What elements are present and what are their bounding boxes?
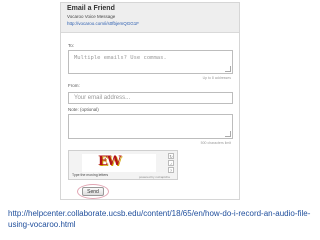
from-placeholder: Your email address... [74, 95, 131, 101]
help-center-url[interactable]: http://helpcenter.collaborate.ucsb.edu/c… [8, 208, 312, 230]
captcha-box: EW ↻ ♪ ? Type the moving letters powered… [68, 150, 178, 180]
captcha-controls: ↻ ♪ ? [168, 153, 175, 177]
refresh-icon[interactable]: ↻ [168, 153, 174, 159]
captcha-instruction: Type the moving letters [72, 173, 109, 177]
captcha-powered-by: powered by nuCaptcha [139, 175, 170, 179]
from-label: From: [68, 83, 80, 88]
dialog-header: Email a Friend Vocaroo Voice Message htt… [61, 3, 239, 33]
to-label: To: [68, 43, 75, 48]
dialog-subtitle: Vocaroo Voice Message [67, 14, 116, 19]
resize-grip-icon[interactable] [225, 66, 231, 72]
note-label: Note: (optional) [68, 107, 99, 112]
resize-grip-icon[interactable] [225, 131, 231, 137]
note-field[interactable] [68, 114, 233, 139]
audio-icon[interactable]: ♪ [168, 160, 174, 166]
note-hint: 500 characters limit [200, 141, 231, 145]
captcha-text: EW [98, 154, 121, 169]
from-email-field[interactable]: Your email address... [68, 92, 233, 104]
message-link[interactable]: http://vocaroo.com/i/s0fbjemQGG1F [67, 21, 139, 26]
to-email-field[interactable]: Multiple emails? Use commas. [68, 50, 233, 74]
send-button[interactable]: Send [82, 187, 104, 196]
help-icon[interactable]: ? [168, 167, 174, 173]
captcha-image: EW [82, 154, 156, 172]
to-hint: Up to 8 addresses [202, 76, 231, 80]
email-a-friend-dialog: Email a Friend Vocaroo Voice Message htt… [60, 2, 240, 200]
dialog-title: Email a Friend [67, 5, 115, 12]
to-placeholder: Multiple emails? Use commas. [74, 55, 167, 61]
